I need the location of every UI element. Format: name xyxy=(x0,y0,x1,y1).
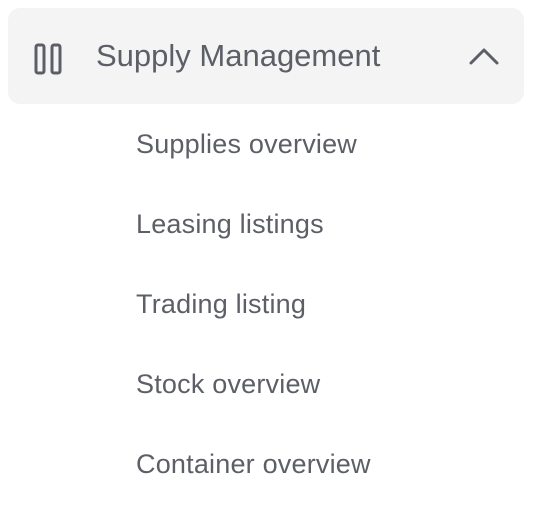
supply-management-header[interactable]: Supply Management xyxy=(8,8,524,104)
chevron-up-icon[interactable] xyxy=(468,43,500,67)
submenu-item-stock-overview[interactable]: Stock overview xyxy=(136,364,320,404)
sidebar-menu-group: Supply Management Supplies overview Leas… xyxy=(0,0,536,528)
columns-icon xyxy=(34,43,62,75)
supply-management-label: Supply Management xyxy=(96,38,381,73)
submenu-item-trading-listing[interactable]: Trading listing xyxy=(136,284,306,324)
submenu-item-container-overview[interactable]: Container overview xyxy=(136,444,371,484)
submenu-item-leasing-listings[interactable]: Leasing listings xyxy=(136,204,324,244)
submenu-item-supplies-overview[interactable]: Supplies overview xyxy=(136,124,357,164)
